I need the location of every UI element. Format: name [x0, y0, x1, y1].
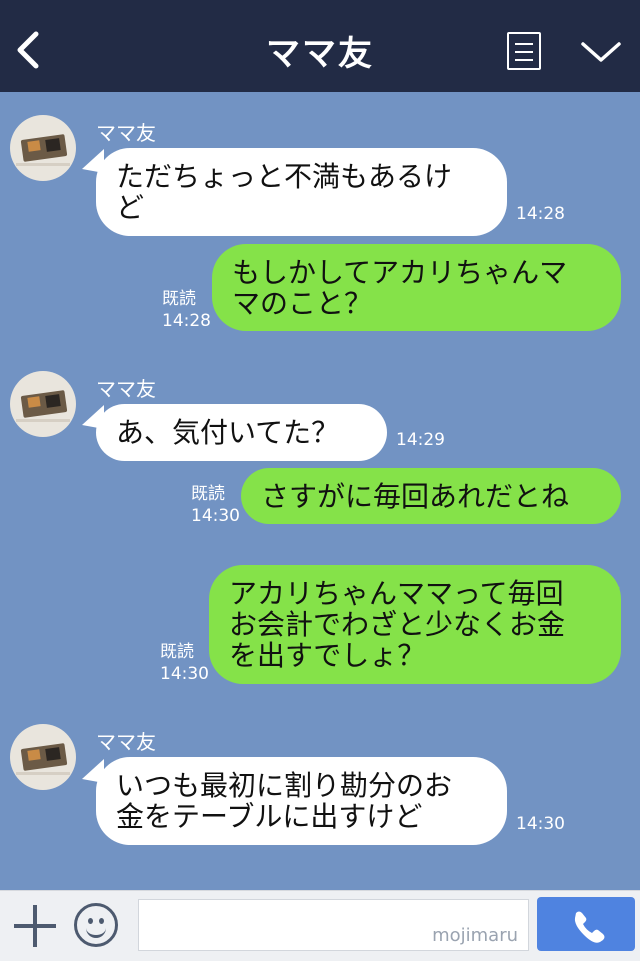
incoming-message[interactable]: ただちょっと不満もあるけ ど — [96, 148, 507, 236]
phone-icon — [574, 911, 605, 943]
outgoing-message[interactable]: アカリちゃんママって毎回 お会計でわざと少なくお金 を出すでしょ？ — [209, 565, 621, 684]
input-bar: mojimaru — [0, 890, 640, 961]
message-input[interactable]: mojimaru — [138, 899, 529, 951]
message-time: 14:28 — [516, 204, 565, 224]
chat-header: ママ友 — [0, 0, 640, 92]
chat-title: ママ友 — [266, 34, 374, 74]
sender-name: ママ友 — [96, 121, 156, 145]
incoming-message[interactable]: あ、気付いてた？ — [96, 404, 387, 461]
read-receipt: 既読 14:30 — [160, 642, 209, 684]
read-receipt: 既読 14:28 — [162, 289, 211, 331]
avatar[interactable] — [10, 724, 76, 790]
call-button[interactable] — [537, 897, 635, 951]
outgoing-message[interactable]: さすがに毎回あれだとね — [241, 468, 621, 524]
chevron-down-icon[interactable] — [580, 38, 622, 66]
menu-icon[interactable] — [507, 32, 541, 70]
plus-icon[interactable] — [14, 905, 56, 947]
watermark: mojimaru — [432, 925, 518, 946]
message-time: 14:30 — [516, 814, 565, 834]
sender-name: ママ友 — [96, 730, 156, 754]
message-time: 14:29 — [396, 430, 445, 450]
sender-name: ママ友 — [96, 377, 156, 401]
read-receipt: 既読 14:30 — [191, 484, 240, 526]
chat-area[interactable]: ママ友 ただちょっと不満もあるけ ど 14:28 既読 14:28 もしかしてアカ… — [0, 92, 640, 890]
avatar[interactable] — [10, 115, 76, 181]
emoji-icon[interactable] — [74, 903, 118, 947]
outgoing-message[interactable]: もしかしてアカリちゃんマ マのこと？ — [212, 244, 621, 331]
incoming-message[interactable]: いつも最初に割り勘分のお 金をテーブルに出すけど — [96, 757, 507, 845]
avatar[interactable] — [10, 371, 76, 437]
